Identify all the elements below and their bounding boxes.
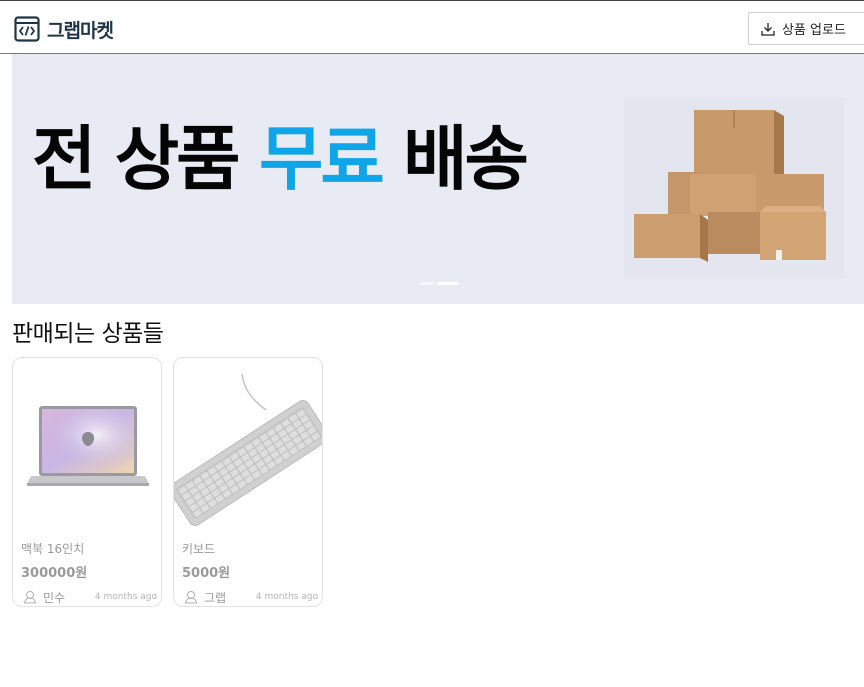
product-price: 5000원 — [182, 566, 231, 581]
keyboard-image — [174, 373, 322, 526]
banner-text-accent: 무료 — [258, 118, 385, 200]
logo-text: 그랩마켓 — [47, 19, 114, 42]
carousel-dots — [420, 282, 459, 285]
product-list: 맥북 16인치 300000원 민수 4 months ago 키보드 5000… — [12, 357, 323, 607]
banner-headline: 전 상품 무료 배송 — [32, 124, 529, 194]
product-name: 키보드 — [182, 542, 216, 556]
upload-product-button[interactable]: 상품 업로드 — [748, 12, 864, 45]
carousel-dot-active[interactable] — [437, 282, 459, 285]
laptop-image — [27, 406, 149, 486]
avatar-icon — [23, 591, 37, 604]
upload-button-label: 상품 업로드 — [782, 23, 846, 38]
seller-name: 민수 — [43, 590, 66, 605]
products-section-title: 판매되는 상품들 — [12, 321, 164, 347]
product-footer: 민수 4 months ago — [21, 588, 157, 606]
product-price: 300000원 — [21, 566, 88, 581]
product-name: 맥북 16인치 — [21, 542, 85, 556]
header: 그랩마켓 상품 업로드 — [0, 0, 864, 54]
avatar-icon — [184, 591, 198, 604]
product-card[interactable]: 맥북 16인치 300000원 민수 4 months ago — [12, 357, 162, 607]
product-footer: 그랩 4 months ago — [182, 588, 318, 606]
banner-text-part1: 전 상품 — [32, 118, 259, 200]
download-icon — [761, 22, 775, 36]
posted-time: 4 months ago — [255, 592, 318, 602]
carousel-dot[interactable] — [420, 282, 434, 285]
posted-time: 4 months ago — [94, 592, 157, 602]
product-card[interactable]: 키보드 5000원 그랩 4 months ago — [173, 357, 323, 607]
banner-text-part2: 배송 — [381, 118, 529, 200]
seller-name: 그랩 — [204, 590, 227, 605]
banner-carousel[interactable]: 전 상품 무료 배송 — [12, 54, 864, 304]
code-window-icon — [14, 16, 40, 42]
cardboard-boxes-image — [624, 98, 844, 278]
logo[interactable]: 그랩마켓 — [14, 15, 114, 43]
